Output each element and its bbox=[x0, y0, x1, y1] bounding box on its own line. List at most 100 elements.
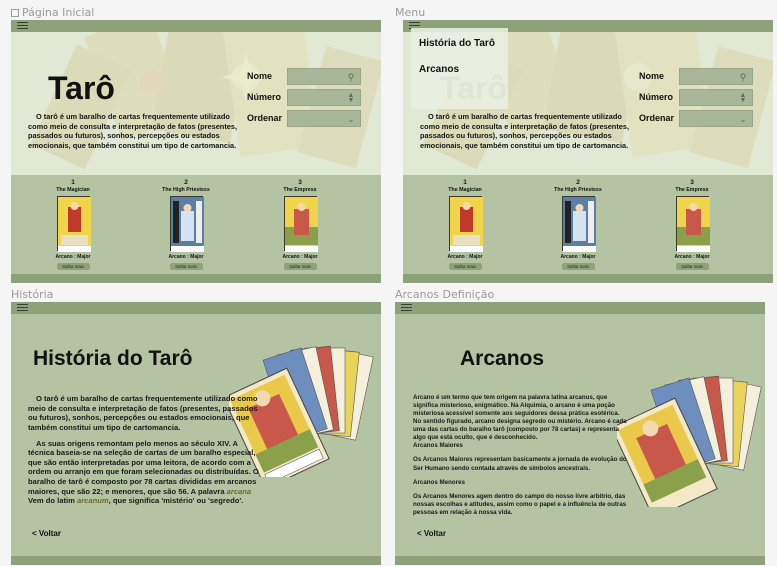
card-image-magician bbox=[448, 196, 483, 252]
order-label: Ordenar bbox=[247, 113, 283, 123]
name-search-input[interactable]: ⚲ bbox=[679, 68, 753, 85]
card-name: The Magician bbox=[56, 187, 90, 193]
learn-more-button[interactable]: Saiba mais bbox=[561, 263, 595, 270]
frame-label-arcanos: Arcanos Definição bbox=[395, 288, 495, 301]
learn-more-button[interactable]: Saiba mais bbox=[169, 263, 203, 270]
filter-number-row: Número ▲ ▼ bbox=[639, 89, 769, 106]
hamburger-menu-icon[interactable] bbox=[17, 22, 28, 30]
filter-order-row: Ordenar ⌄ bbox=[639, 110, 769, 127]
learn-more-button[interactable]: Saiba mais bbox=[283, 263, 317, 270]
card-image-empress bbox=[283, 196, 318, 252]
arcanos-paragraph-1: Arcano é um termo que tem origem na pala… bbox=[413, 394, 627, 450]
top-bar bbox=[11, 302, 381, 314]
number-stepper[interactable]: ▲ ▼ bbox=[287, 89, 361, 106]
arcanos-paragraph-3: Arcanos Menores bbox=[413, 478, 465, 486]
search-icon: ⚲ bbox=[739, 72, 747, 82]
card-item: 1 The Magician Arcano : Major Saiba mais bbox=[33, 179, 113, 270]
back-link[interactable]: < Voltar bbox=[32, 529, 61, 538]
card-number: 3 bbox=[690, 179, 694, 186]
card-name: The High Priestess bbox=[554, 187, 602, 193]
card-number: 3 bbox=[298, 179, 302, 186]
hamburger-menu-icon[interactable] bbox=[401, 304, 412, 312]
card-name: The Empress bbox=[675, 187, 709, 193]
card-name: The High Priestess bbox=[162, 187, 210, 193]
learn-more-button[interactable]: Saiba mais bbox=[675, 263, 709, 270]
card-number: 2 bbox=[576, 179, 580, 186]
card-list: 1 The Magician Arcano : Major Saiba mais… bbox=[11, 175, 381, 274]
page-title: Arcanos bbox=[460, 347, 545, 370]
bottom-bar bbox=[11, 556, 381, 565]
filter-name-row: Nome ⚲ bbox=[639, 68, 769, 85]
order-select[interactable]: ⌄ bbox=[679, 110, 753, 127]
order-select[interactable]: ⌄ bbox=[287, 110, 361, 127]
card-image-high-priestess bbox=[561, 196, 596, 252]
number-label: Número bbox=[247, 92, 282, 102]
hamburger-menu-icon[interactable] bbox=[17, 304, 28, 312]
card-item: 2 The High Priestess Arcano : Major Saib… bbox=[146, 179, 226, 270]
hero-description: O tarô é um baralho de cartas frequentem… bbox=[420, 112, 630, 150]
card-name: The Empress bbox=[283, 187, 317, 193]
search-icon: ⚲ bbox=[347, 72, 355, 82]
learn-more-button[interactable]: Saiba mais bbox=[448, 263, 482, 270]
number-stepper[interactable]: ▲ ▼ bbox=[679, 89, 753, 106]
frame-label-history: História bbox=[11, 288, 54, 301]
card-number: 1 bbox=[71, 179, 75, 186]
chevron-down-icon: ⌄ bbox=[347, 114, 355, 124]
home-frame: Tarô O tarô é um baralho de cartas frequ… bbox=[11, 20, 381, 283]
tarot-card-fan-image bbox=[617, 375, 762, 507]
page-title: História do Tarô bbox=[33, 347, 193, 370]
frame-label-menu: Menu bbox=[395, 6, 426, 19]
chevron-down-icon: ⌄ bbox=[739, 114, 747, 124]
filter-order-row: Ordenar ⌄ bbox=[247, 110, 377, 127]
menu-item-arcanos[interactable]: Arcanos bbox=[419, 64, 459, 75]
frame-label-home: Página Inicial bbox=[11, 6, 94, 19]
history-paragraph-2: As suas origens remontam pelo menos ao s… bbox=[28, 438, 259, 506]
number-label: Número bbox=[639, 92, 674, 102]
filter-name-row: Nome ⚲ bbox=[247, 68, 377, 85]
arcanos-frame: Arcanos Arcano é um termo que tem origem… bbox=[395, 302, 765, 565]
frame-icon bbox=[11, 9, 19, 17]
history-frame: História do Tarô O tarô é um baralho de … bbox=[11, 302, 381, 565]
card-type: Arcano : Major bbox=[282, 254, 318, 260]
card-image-magician bbox=[56, 196, 91, 252]
card-type: Arcano : Major bbox=[560, 254, 596, 260]
stepper-arrows-icon[interactable]: ▲ ▼ bbox=[346, 92, 356, 104]
name-label: Nome bbox=[247, 71, 273, 81]
card-number: 2 bbox=[184, 179, 188, 186]
card-item: 3 The Empress Arcano : Major Saiba mais bbox=[260, 179, 340, 270]
arcanos-paragraph-2: Os Arcanos Maiores representam basicamen… bbox=[413, 456, 627, 472]
name-search-input[interactable]: ⚲ bbox=[287, 68, 361, 85]
hero-description: O tarô é um baralho de cartas frequentem… bbox=[28, 112, 238, 150]
card-type: Arcano : Major bbox=[447, 254, 483, 260]
hero-section: Tarô O tarô é um baralho de cartas frequ… bbox=[11, 32, 381, 175]
word-arcanum: arcanum bbox=[76, 496, 109, 506]
card-type: Arcano : Major bbox=[55, 254, 91, 260]
bottom-bar bbox=[403, 274, 773, 283]
card-name: The Magician bbox=[448, 187, 482, 193]
top-bar bbox=[11, 20, 381, 32]
top-bar bbox=[395, 302, 765, 314]
bottom-bar bbox=[395, 556, 765, 565]
stepper-arrows-icon[interactable]: ▲ ▼ bbox=[738, 92, 748, 104]
dropdown-menu: História do Tarô Arcanos bbox=[411, 28, 508, 109]
arcanos-text: Arcano é um termo que tem origem na pala… bbox=[413, 394, 629, 523]
history-text: O tarô é um baralho de cartas frequentem… bbox=[28, 394, 260, 512]
menu-item-history[interactable]: História do Tarô bbox=[419, 38, 495, 49]
back-link[interactable]: < Voltar bbox=[417, 529, 446, 538]
card-item: 2 The High Priestess Arcano : Major Saib… bbox=[538, 179, 618, 270]
history-paragraph-1: O tarô é um baralho de cartas frequentem… bbox=[28, 394, 258, 432]
card-number: 1 bbox=[463, 179, 467, 186]
bottom-bar bbox=[11, 274, 381, 283]
word-arcana: arcana bbox=[226, 486, 252, 496]
card-image-empress bbox=[675, 196, 710, 252]
name-label: Nome bbox=[639, 71, 665, 81]
card-item: 3 The Empress Arcano : Major Saiba mais bbox=[652, 179, 732, 270]
card-list: 1 The Magician Arcano : Major Saiba mais… bbox=[403, 175, 773, 274]
filter-number-row: Número ▲ ▼ bbox=[247, 89, 377, 106]
menu-frame: Tarô O tarô é um baralho de cartas frequ… bbox=[403, 20, 773, 283]
card-type: Arcano : Major bbox=[168, 254, 204, 260]
page-title: Tarô bbox=[48, 70, 115, 106]
learn-more-button[interactable]: Saiba mais bbox=[56, 263, 90, 270]
card-type: Arcano : Major bbox=[674, 254, 710, 260]
order-label: Ordenar bbox=[639, 113, 675, 123]
